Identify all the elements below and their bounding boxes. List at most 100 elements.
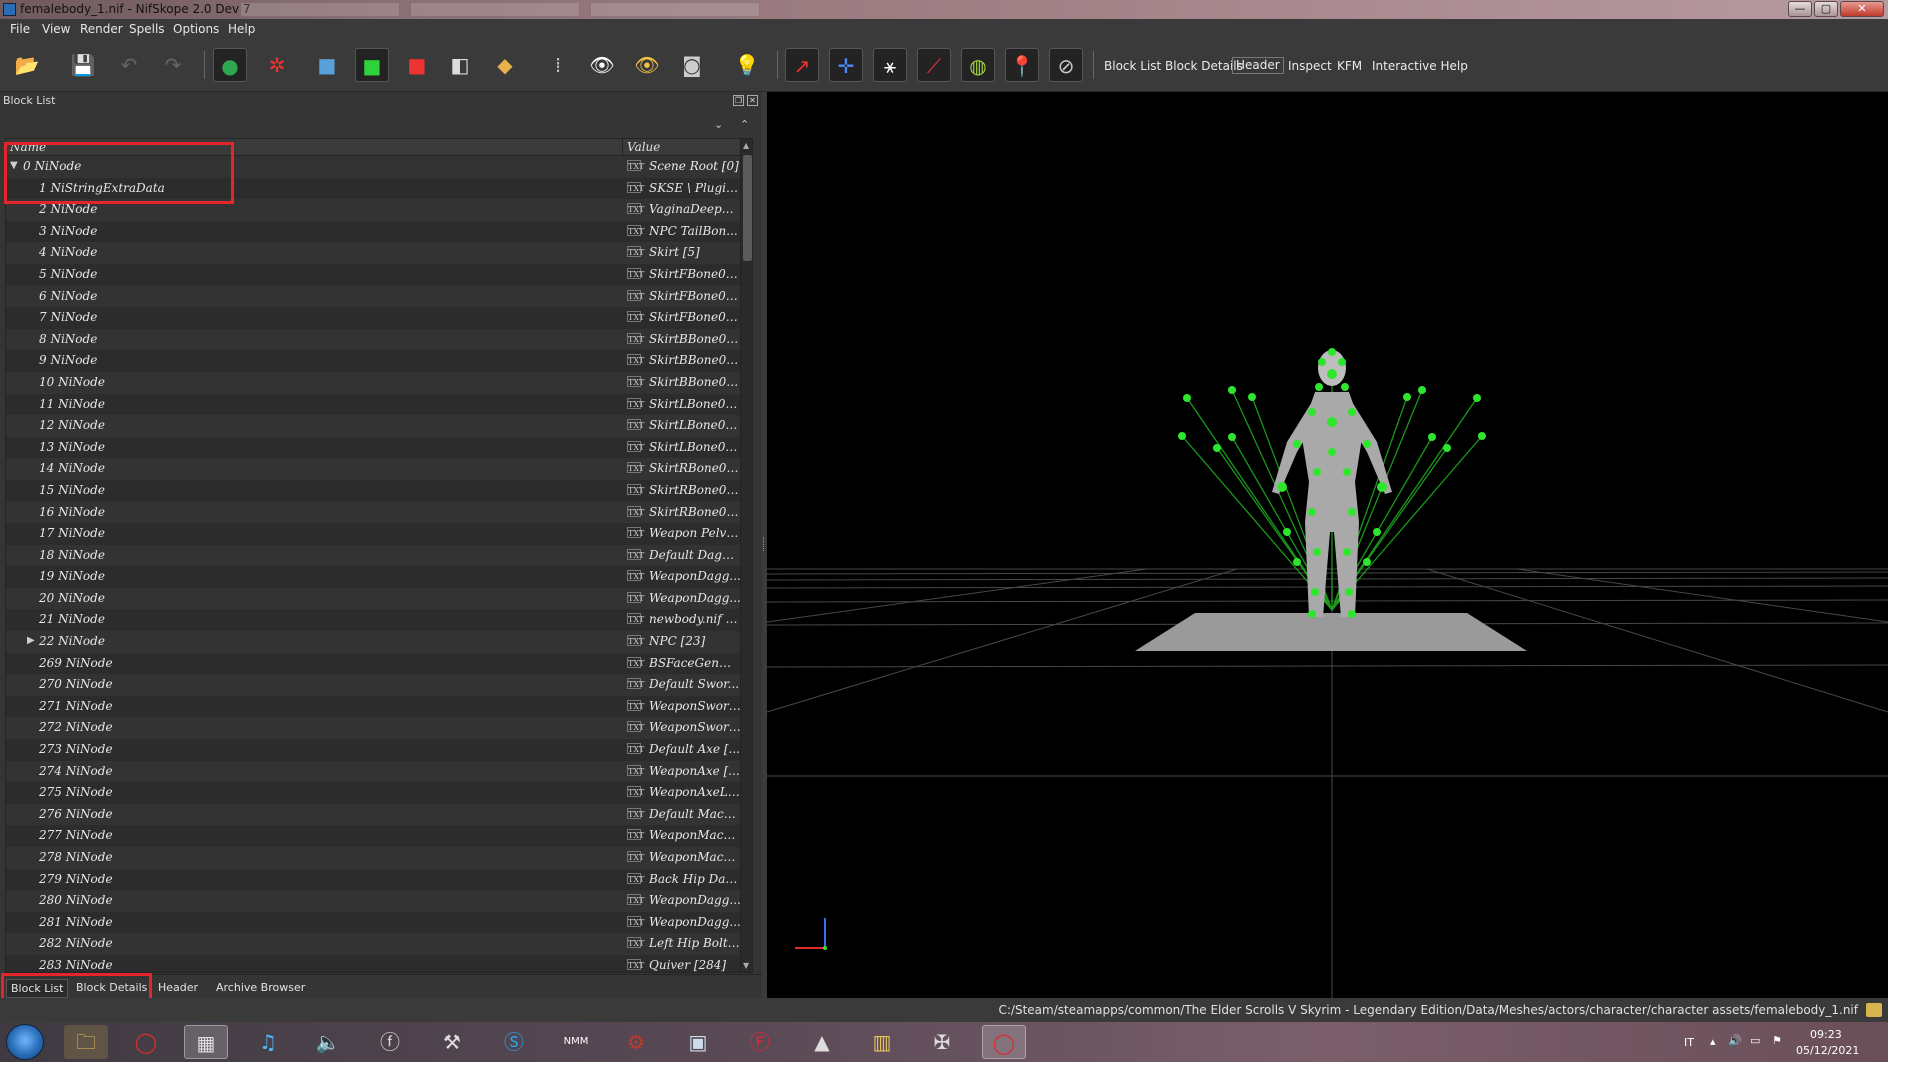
tree-row[interactable]: 283 NiNode TXT Quiver [284]: [6, 954, 740, 972]
tree-row[interactable]: 20 NiNode TXT WeaponDagg...: [6, 587, 741, 610]
walk-mode-icon[interactable]: ⁞: [541, 48, 575, 82]
tree-row[interactable]: 18 NiNode TXT Default Dagg...: [6, 544, 741, 567]
file-explorer-icon[interactable]: 🗀: [64, 1025, 108, 1059]
expand-arrow-icon[interactable]: ▶: [27, 635, 35, 646]
tree-row[interactable]: 275 NiNode TXT WeaponAxeLe...: [6, 782, 741, 804]
tree-row[interactable]: 271 NiNode TXT WeaponSword...: [6, 695, 741, 718]
tab-header[interactable]: Header: [154, 979, 202, 996]
column-separator[interactable]: [622, 139, 623, 156]
transform-icon[interactable]: ✛: [829, 48, 863, 82]
clock-time[interactable]: 09:23: [1810, 1028, 1842, 1041]
opera-icon[interactable]: ◯: [124, 1025, 168, 1059]
select-vertex-icon[interactable]: ✲: [260, 48, 294, 82]
window-icon[interactable]: ▣: [676, 1025, 720, 1059]
show-skeleton-icon[interactable]: ⚹: [873, 48, 907, 82]
close-button[interactable]: ✕: [1840, 1, 1884, 17]
maximize-button[interactable]: ▢: [1814, 1, 1838, 17]
tree-row[interactable]: 270 NiNode TXT Default Swor...: [6, 674, 740, 696]
toolbar-block-list-button[interactable]: Block List: [1104, 59, 1161, 73]
tree-row[interactable]: ▶ 22 NiNode TXT NPC [23]: [6, 631, 740, 653]
tree-row[interactable]: 8 NiNode TXT SkirtBBone01 ...: [6, 328, 741, 351]
menu-file[interactable]: File: [10, 22, 30, 36]
block-tree[interactable]: Name Value ▼ 0 NiNode TXT Scene Root [0] 1 N…: [5, 138, 753, 973]
tree-row[interactable]: 274 NiNode TXT WeaponAxe [...: [6, 760, 740, 783]
save-file-icon[interactable]: 💾: [66, 48, 100, 82]
tree-row[interactable]: 9 NiNode TXT SkirtBBone02 ...: [6, 350, 741, 372]
tree-row[interactable]: 269 NiNode TXT BSFaceGenNi...: [6, 652, 741, 675]
tree-row[interactable]: 14 NiNode TXT SkirtRBone01...: [6, 458, 741, 480]
tree-row[interactable]: 281 NiNode TXT WeaponDagg...: [6, 911, 741, 934]
menu-render[interactable]: Render: [80, 22, 123, 36]
tree-row[interactable]: 19 NiNode TXT WeaponDagg...: [6, 566, 741, 588]
speaker-icon[interactable]: 🔈: [306, 1025, 350, 1059]
network-icon[interactable]: ▭: [1750, 1034, 1760, 1047]
show-markers-icon[interactable]: ◍: [961, 48, 995, 82]
tree-row[interactable]: 12 NiNode TXT SkirtLBone02 ...: [6, 415, 741, 437]
view-front-icon[interactable]: ■: [355, 48, 389, 82]
itunes-icon[interactable]: ♫: [246, 1025, 290, 1059]
lighting-icon[interactable]: 💡: [730, 48, 764, 82]
action-center-flag-icon[interactable]: ⚑: [1772, 1034, 1782, 1047]
tree-row[interactable]: 4 NiNode TXT Skirt [5]: [6, 242, 740, 264]
calculator-icon[interactable]: ▦: [184, 1025, 228, 1059]
volume-icon[interactable]: 🔊: [1728, 1034, 1742, 1047]
tree-row[interactable]: 282 NiNode TXT Left Hip Bolt ...: [6, 933, 741, 955]
ffdec-icon[interactable]: ⓕ: [368, 1025, 412, 1059]
tree-row[interactable]: 7 NiNode TXT SkirtFBone03 [8]: [6, 307, 741, 329]
menu-spells[interactable]: Spells: [129, 22, 165, 36]
dock-float-icon[interactable]: ❐: [733, 95, 744, 106]
menu-help[interactable]: Help: [228, 22, 255, 36]
select-object-icon[interactable]: ●: [213, 48, 247, 82]
gear-red-icon[interactable]: ⚙: [614, 1025, 658, 1059]
scroll-up-icon[interactable]: ▲: [743, 141, 749, 150]
show-constraints-icon[interactable]: ⟋: [917, 48, 951, 82]
render-viewport[interactable]: [767, 92, 1888, 998]
tree-row[interactable]: 5 NiNode TXT SkirtFBone01 [6]: [6, 263, 741, 286]
opera-active-icon[interactable]: ◯: [982, 1025, 1026, 1059]
tools-icon[interactable]: ⚒: [430, 1025, 474, 1059]
show-nodes-icon[interactable]: 👁: [630, 48, 664, 82]
tree-row[interactable]: 272 NiNode TXT WeaponSword...: [6, 717, 741, 740]
language-indicator[interactable]: IT: [1684, 1036, 1694, 1049]
tree-row[interactable]: 278 NiNode TXT WeaponMace...: [6, 847, 741, 869]
flash-icon[interactable]: Ⓕ: [738, 1025, 782, 1059]
collapse-up-icon[interactable]: ⌃: [740, 118, 749, 131]
show-hidden-icon[interactable]: 👁: [585, 48, 619, 82]
toolbar-kfm-button[interactable]: KFM: [1337, 59, 1362, 73]
view-top-icon[interactable]: ■: [310, 48, 344, 82]
minimize-button[interactable]: —: [1788, 1, 1812, 17]
tree-row[interactable]: 277 NiNode TXT WeaponMace ...: [6, 825, 741, 847]
tree-row[interactable]: 6 NiNode TXT SkirtFBone02 [7]: [6, 285, 741, 308]
hide-icon[interactable]: ⊘: [1049, 48, 1083, 82]
view-user-icon[interactable]: ◆: [488, 48, 522, 82]
scroll-down-icon[interactable]: ▼: [743, 961, 749, 970]
tray-expand-icon[interactable]: ▴: [1710, 1035, 1716, 1048]
tree-row[interactable]: 280 NiNode TXT WeaponDagg...: [6, 890, 741, 912]
show-havok-icon[interactable]: 📍: [1005, 48, 1039, 82]
undo-icon[interactable]: ↶: [112, 48, 146, 82]
skype-icon[interactable]: Ⓢ: [492, 1025, 536, 1059]
skyrim-icon[interactable]: ✠: [920, 1025, 964, 1059]
toolbar-header-button[interactable]: Header: [1232, 57, 1284, 74]
dock-close-icon[interactable]: ✕: [747, 95, 758, 106]
column-value-header[interactable]: Value: [627, 140, 660, 154]
view-side-icon[interactable]: ■: [400, 48, 434, 82]
tree-row[interactable]: 3 NiNode TXT NPC TailBon...: [6, 220, 740, 243]
boot-icon[interactable]: ▲: [800, 1025, 844, 1059]
clock-date[interactable]: 05/12/2021: [1796, 1044, 1859, 1057]
tree-row[interactable]: 10 NiNode TXT SkirtBBone03 ...: [6, 371, 741, 394]
nmm-icon[interactable]: NMM: [554, 1025, 598, 1059]
collapse-down-icon[interactable]: ⌄: [714, 118, 723, 131]
tree-row[interactable]: 279 NiNode TXT Back Hip Dag...: [6, 868, 741, 891]
redo-icon[interactable]: ↷: [156, 48, 190, 82]
tree-row[interactable]: 16 NiNode TXT SkirtRBone03...: [6, 501, 741, 524]
scrollbar-thumb[interactable]: [743, 155, 752, 261]
tab-archive-browser[interactable]: Archive Browser: [212, 979, 309, 996]
splitter-grip[interactable]: [763, 537, 766, 551]
tree-row[interactable]: 21 NiNode TXT newbody.nif [22]: [6, 609, 741, 632]
folder-icon[interactable]: [1866, 1003, 1882, 1017]
tree-row[interactable]: 13 NiNode TXT SkirtLBone03 ...: [6, 436, 741, 459]
open-file-icon[interactable]: 📂: [10, 48, 44, 82]
windows-start-icon[interactable]: [6, 1024, 44, 1060]
menu-options[interactable]: Options: [173, 22, 219, 36]
